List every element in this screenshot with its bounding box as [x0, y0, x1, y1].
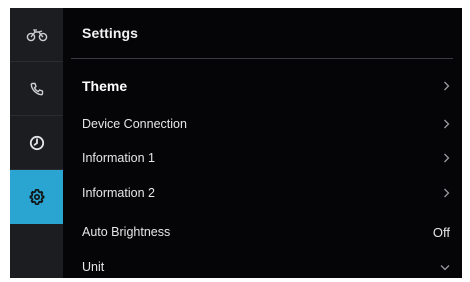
chevron-right-icon	[444, 81, 450, 91]
settings-row-label: Information 2	[82, 186, 155, 200]
settings-row-information-2[interactable]: Information 2	[82, 175, 452, 211]
settings-row-label: Device Connection	[82, 117, 187, 131]
chevron-right-icon	[444, 119, 450, 129]
dashboard-screen: Settings Theme Device Connection Informa…	[10, 8, 462, 278]
motorcycle-icon	[26, 28, 47, 41]
phone-icon	[30, 82, 43, 95]
chevron-right-icon	[444, 153, 450, 163]
sidebar-item-ride[interactable]	[10, 8, 63, 62]
settings-row-device-connection[interactable]: Device Connection	[82, 106, 452, 142]
settings-row-auto-brightness[interactable]: Auto Brightness Off	[82, 214, 452, 250]
settings-row-label: Auto Brightness	[82, 225, 171, 239]
settings-row-label: Information 1	[82, 151, 155, 165]
settings-row-label: Unit	[82, 260, 105, 274]
chevron-right-icon	[444, 188, 450, 198]
sidebar	[10, 8, 63, 278]
speedometer-icon	[29, 135, 44, 150]
sidebar-item-speedometer[interactable]	[10, 116, 63, 170]
settings-row-unit[interactable]: Unit	[82, 249, 452, 278]
header-divider	[71, 58, 453, 59]
auto-brightness-value[interactable]: Off	[433, 225, 450, 240]
chevron-down-icon[interactable]	[440, 264, 450, 271]
settings-row-information-1[interactable]: Information 1	[82, 140, 452, 176]
settings-row-theme[interactable]: Theme	[82, 68, 452, 104]
page-title: Settings	[82, 25, 139, 41]
sidebar-item-phone[interactable]	[10, 62, 63, 116]
gear-icon	[29, 189, 44, 205]
sidebar-item-settings[interactable]	[10, 170, 63, 224]
settings-row-label: Theme	[82, 78, 128, 94]
